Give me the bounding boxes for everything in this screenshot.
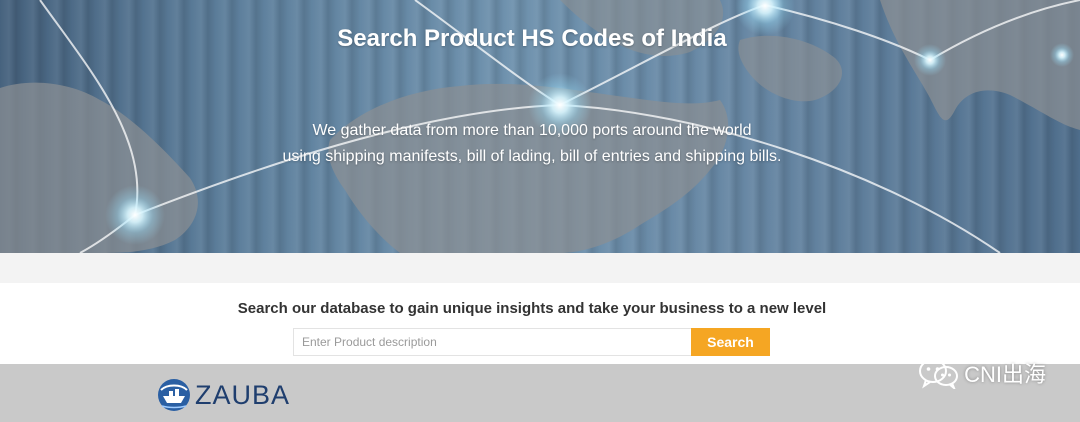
hero-title: Search Product HS Codes of India: [337, 25, 727, 52]
logo-text: ZAUBA: [195, 379, 291, 410]
search-heading: Search our database to gain unique insig…: [237, 300, 827, 317]
ship-globe-icon: [158, 379, 190, 411]
product-description-input[interactable]: [293, 328, 691, 356]
asia-shape: [880, 0, 1080, 130]
watermark-text: CNI出海: [964, 362, 1046, 387]
watermark: CNI出海: [918, 357, 1046, 389]
hero-subtitle-line-2: using shipping manifests, bill of lading…: [282, 148, 782, 165]
search-form: Search: [293, 328, 770, 356]
wechat-icon: [919, 359, 959, 389]
page: Search Product HS Codes of India We gath…: [0, 0, 1080, 422]
zauba-logo[interactable]: ZAUBA: [157, 378, 290, 412]
search-section: Search our database to gain unique insig…: [0, 283, 1080, 364]
hero-banner: Search Product HS Codes of India We gath…: [0, 0, 1080, 253]
section-divider: [0, 253, 1080, 283]
search-button[interactable]: Search: [691, 328, 770, 356]
hero-subtitle-line-1: We gather data from more than 10,000 por…: [312, 122, 752, 139]
hero-subtitle: We gather data from more than 10,000 por…: [0, 118, 1064, 170]
glow-node-1: [105, 185, 165, 245]
